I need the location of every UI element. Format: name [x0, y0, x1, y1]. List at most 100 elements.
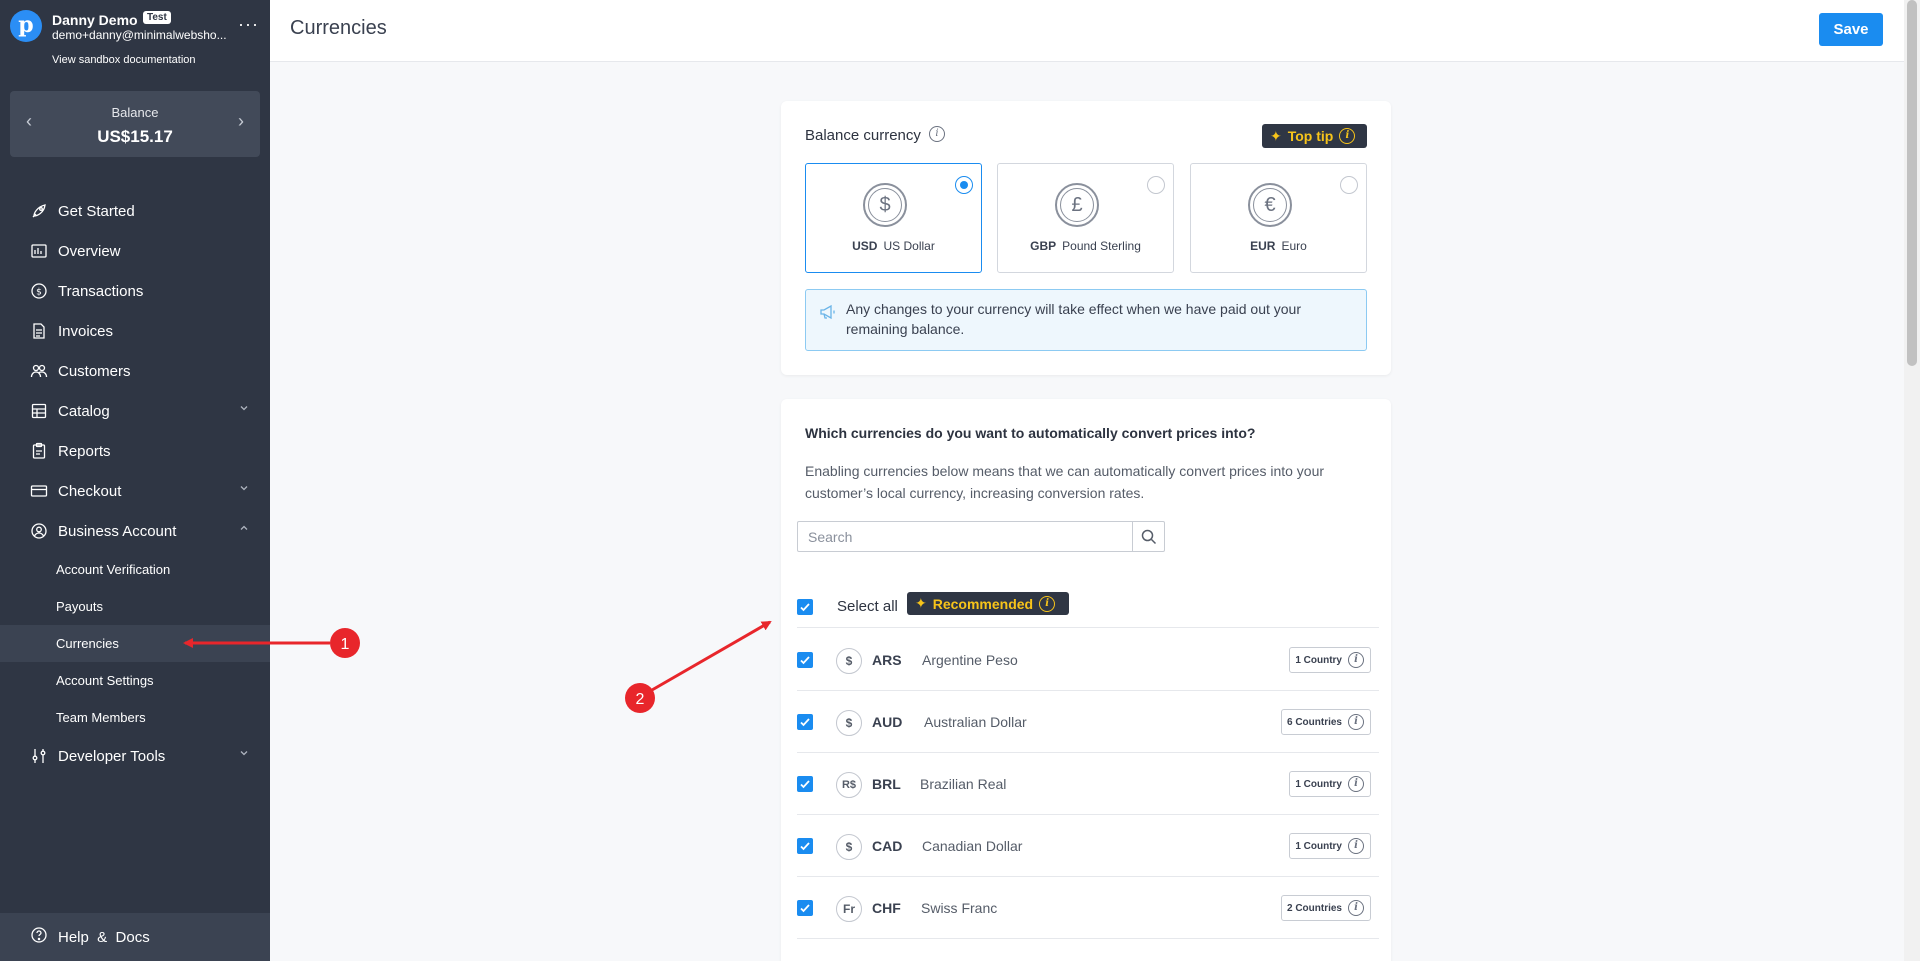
- sandbox-docs-link[interactable]: View sandbox documentation: [52, 54, 196, 66]
- top-tip-badge[interactable]: ✦ Top tip i: [1262, 124, 1367, 148]
- sidebar-item-catalog[interactable]: Catalog: [0, 391, 270, 431]
- sidebar-item-reports[interactable]: Reports: [0, 431, 270, 471]
- currency-code: BRL: [872, 776, 901, 792]
- info-icon: i: [1348, 900, 1364, 916]
- balance-label: Balance: [111, 105, 159, 120]
- user-circle-icon: [30, 522, 48, 540]
- info-icon: i: [1348, 652, 1364, 668]
- sidebar-item-customers[interactable]: Customers: [0, 351, 270, 391]
- sidebar-item-business-account[interactable]: Business Account: [0, 511, 270, 551]
- currency-code: CAD: [872, 838, 903, 854]
- currency-checkbox[interactable]: [797, 714, 813, 730]
- currency-name: Canadian Dollar: [922, 838, 1023, 854]
- sidebar-item-checkout[interactable]: Checkout: [0, 471, 270, 511]
- sidebar-subitem-account-settings[interactable]: Account Settings: [0, 662, 270, 699]
- balance-value: US$15.17: [97, 127, 173, 146]
- more-options-icon[interactable]: ···: [238, 14, 259, 35]
- currency-option-gbp[interactable]: £ GBP Pound Sterling: [997, 163, 1174, 273]
- question-circle-icon: [30, 926, 48, 948]
- search-icon[interactable]: [1132, 522, 1164, 551]
- account-profile[interactable]: p Danny Demo Test demo+danny@minimalwebs…: [10, 10, 260, 70]
- annotation-arrow-2: [651, 620, 772, 692]
- chevron-down-icon: [240, 486, 248, 491]
- sidebar: p Danny Demo Test demo+danny@minimalwebs…: [0, 0, 270, 961]
- annotation-marker-1: [330, 628, 360, 658]
- invoice-icon: [30, 322, 48, 340]
- sidebar-item-overview[interactable]: Overview: [0, 231, 270, 271]
- sliders-icon: [30, 747, 48, 765]
- currency-row-cad: $ CAD Canadian Dollar 1 Country i: [797, 815, 1379, 877]
- info-icon: i: [1348, 838, 1364, 854]
- sidebar-item-label: Customers: [58, 362, 131, 380]
- scrollbar-thumb[interactable]: [1907, 0, 1917, 366]
- megaphone-icon: [820, 304, 835, 320]
- currency-checkbox[interactable]: [797, 652, 813, 668]
- countries-badge[interactable]: 6 Countries i: [1280, 709, 1371, 735]
- countries-badge[interactable]: 1 Country i: [1289, 833, 1371, 859]
- pound-coin-icon: £: [1055, 183, 1099, 227]
- select-all-label: Select all: [837, 598, 898, 615]
- chevron-down-icon: [240, 406, 248, 411]
- balance-next-icon[interactable]: ›: [238, 111, 244, 132]
- currency-row-aud: $ AUD Australian Dollar 6 Countries i: [797, 691, 1379, 753]
- currency-radio-usd[interactable]: [955, 176, 973, 194]
- sidebar-item-developer-tools[interactable]: Developer Tools: [0, 736, 270, 776]
- currency-checkbox[interactable]: [797, 900, 813, 916]
- currency-radio-gbp[interactable]: [1147, 176, 1165, 194]
- chevron-down-icon: [240, 751, 248, 756]
- dollar-circle-icon: $: [30, 282, 48, 300]
- account-email: demo+danny@minimalwebsho...: [52, 28, 227, 42]
- countries-badge[interactable]: 2 Countries i: [1280, 895, 1371, 921]
- top-tip-label: Top tip: [1287, 128, 1334, 144]
- countries-badge[interactable]: 1 Country i: [1289, 771, 1371, 797]
- help-docs-button[interactable]: Help & Docs: [0, 913, 270, 961]
- currency-symbol-icon: Fr: [836, 896, 862, 922]
- currency-symbol-icon: $: [836, 834, 862, 860]
- currency-symbol-icon: R$: [836, 772, 862, 798]
- currency-option-eur[interactable]: € EUR Euro: [1190, 163, 1367, 273]
- currency-checkbox[interactable]: [797, 838, 813, 854]
- sparkle-icon: ✦: [915, 595, 927, 611]
- balance-currency-label: Balance currency: [805, 127, 921, 144]
- currency-checkbox[interactable]: [797, 776, 813, 792]
- dollar-coin-icon: $: [863, 183, 907, 227]
- sidebar-subitem-account-verification[interactable]: Account Verification: [0, 551, 270, 588]
- currency-row-chf: Fr CHF Swiss Franc 2 Countries i: [797, 877, 1379, 939]
- sidebar-subitem-payouts[interactable]: Payouts: [0, 588, 270, 625]
- currency-row-ars: $ ARS Argentine Peso 1 Country i: [797, 629, 1379, 691]
- reports-icon: [30, 442, 48, 460]
- euro-coin-icon: €: [1248, 183, 1292, 227]
- currency-change-notice: Any changes to your currency will take e…: [805, 289, 1367, 351]
- sidebar-item-invoices[interactable]: Invoices: [0, 311, 270, 351]
- page-scrollbar[interactable]: [1904, 0, 1920, 961]
- select-all-checkbox[interactable]: [797, 599, 813, 615]
- catalog-icon: [30, 402, 48, 420]
- sidebar-item-get-started[interactable]: Get Started: [0, 191, 270, 231]
- sidebar-item-label: Reports: [58, 442, 111, 460]
- sidebar-subitem-team-members[interactable]: Team Members: [0, 699, 270, 736]
- currency-option-caption: GBP Pound Sterling: [1030, 239, 1141, 253]
- conversion-description: Enabling currencies below means that we …: [805, 463, 1325, 501]
- sidebar-item-label: Business Account: [58, 522, 177, 540]
- countries-badge[interactable]: 1 Country i: [1289, 647, 1371, 673]
- info-icon: i: [1348, 714, 1364, 730]
- recommended-badge[interactable]: ✦ Recommended i: [907, 592, 1069, 615]
- currency-option-caption: EUR Euro: [1250, 239, 1307, 253]
- save-button[interactable]: Save: [1819, 13, 1883, 46]
- currency-name: Brazilian Real: [920, 776, 1007, 792]
- info-icon[interactable]: i: [929, 126, 945, 142]
- app-logo: p: [10, 10, 42, 42]
- sidebar-subitem-currencies[interactable]: Currencies: [0, 625, 270, 662]
- sidebar-item-transactions[interactable]: $ Transactions: [0, 271, 270, 311]
- currency-symbol-icon: $: [836, 710, 862, 736]
- currency-code: ARS: [872, 652, 902, 668]
- sidebar-item-label: Checkout: [58, 482, 122, 500]
- currency-radio-eur[interactable]: [1340, 176, 1358, 194]
- conversion-question: Which currencies do you want to automati…: [805, 425, 1256, 441]
- test-mode-badge: Test: [143, 11, 171, 24]
- search-input[interactable]: [798, 522, 1134, 551]
- currency-code: AUD: [872, 714, 903, 730]
- annotation-marker-1-label: 1: [341, 636, 350, 653]
- account-name: Danny Demo: [52, 12, 138, 28]
- currency-option-usd[interactable]: $ USD US Dollar: [805, 163, 982, 273]
